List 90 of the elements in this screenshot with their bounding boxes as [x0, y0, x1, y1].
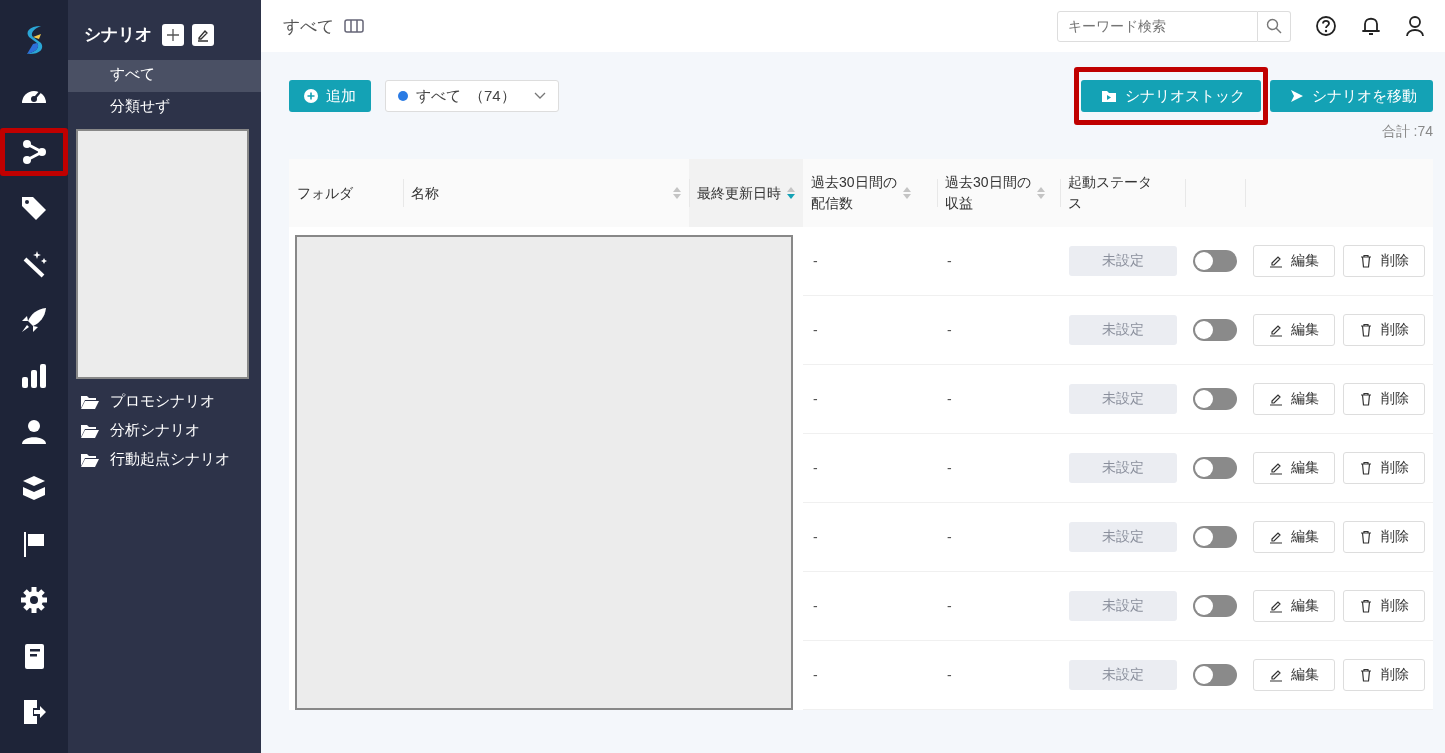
pencil-icon	[1269, 323, 1283, 337]
edit-folder-button[interactable]	[192, 23, 214, 46]
columns-icon[interactable]	[344, 19, 364, 33]
toggle-switch[interactable]	[1193, 388, 1237, 410]
chevron-down-icon	[533, 92, 546, 100]
status-badge: 未設定	[1069, 315, 1177, 345]
toggle-switch[interactable]	[1193, 457, 1237, 479]
table-cell: -	[813, 322, 818, 338]
plus-circle-icon	[304, 89, 318, 103]
filter-count: （74）	[469, 86, 516, 106]
search-field[interactable]: キーワード検索	[1057, 10, 1258, 42]
column-header[interactable]: 過去30日間の配信数	[803, 159, 937, 227]
status-badge: 未設定	[1069, 453, 1177, 483]
table-cell: -	[813, 460, 818, 476]
edit-button[interactable]: 編集	[1253, 659, 1335, 691]
toggle-switch[interactable]	[1193, 595, 1237, 617]
table-cell: -	[947, 391, 952, 407]
toggle-switch[interactable]	[1193, 250, 1237, 272]
table-cell: -	[947, 460, 952, 476]
send-icon	[1290, 89, 1304, 103]
toggle-switch[interactable]	[1193, 526, 1237, 548]
edit-button[interactable]: 編集	[1253, 452, 1335, 484]
folder-icon	[80, 451, 100, 468]
bell-icon[interactable]	[1361, 15, 1381, 37]
trash-icon	[1359, 668, 1373, 682]
table-cell: -	[813, 253, 818, 269]
column-header[interactable]: フォルダ	[289, 159, 403, 227]
user-icon[interactable]	[1405, 15, 1425, 37]
pencil-icon	[1269, 461, 1283, 475]
pencil-icon	[1269, 254, 1283, 268]
edit-button[interactable]: 編集	[1253, 590, 1335, 622]
delete-button[interactable]: 削除	[1343, 521, 1425, 553]
table-cell: -	[813, 391, 818, 407]
trash-icon	[1359, 392, 1373, 406]
folder-item[interactable]: 分析シナリオ	[110, 421, 200, 440]
table-cell: -	[947, 529, 952, 545]
delete-button[interactable]: 削除	[1343, 659, 1425, 691]
folder-item[interactable]: 行動起点シナリオ	[110, 450, 230, 469]
column-header[interactable]: 過去30日間の収益	[937, 159, 1060, 227]
sidebar-item[interactable]: 分類せず	[68, 92, 261, 124]
status-badge: 未設定	[1069, 384, 1177, 414]
sidebar-title: シナリオ	[84, 24, 152, 46]
toggle-switch[interactable]	[1193, 664, 1237, 686]
delete-button[interactable]: 削除	[1343, 590, 1425, 622]
filter-label: すべて	[416, 86, 461, 106]
table-cell: -	[947, 598, 952, 614]
delete-button[interactable]: 削除	[1343, 245, 1425, 277]
table-cell: -	[947, 667, 952, 683]
help-icon[interactable]	[1315, 15, 1337, 37]
trash-icon	[1359, 254, 1373, 268]
folder-icon	[80, 422, 100, 439]
trash-icon	[1359, 461, 1373, 475]
table-cell: -	[947, 253, 952, 269]
filter-dropdown[interactable]: すべて （74）	[385, 80, 559, 112]
edit-button[interactable]: 編集	[1253, 314, 1335, 346]
pencil-icon	[1269, 392, 1283, 406]
trash-icon	[1359, 323, 1373, 337]
trash-icon	[1359, 599, 1373, 613]
edit-button[interactable]: 編集	[1253, 245, 1335, 277]
pencil-icon	[1269, 530, 1283, 544]
pencil-icon	[1269, 668, 1283, 682]
sort-icon[interactable]	[787, 186, 795, 200]
status-badge: 未設定	[1069, 522, 1177, 552]
edit-button[interactable]: 編集	[1253, 383, 1335, 415]
folder-play-icon	[1101, 89, 1117, 103]
trash-icon	[1359, 530, 1373, 544]
table-cell: -	[947, 322, 952, 338]
status-badge: 未設定	[1069, 591, 1177, 621]
delete-button[interactable]: 削除	[1343, 383, 1425, 415]
total-count: 合計 :74	[1380, 123, 1433, 141]
column-header[interactable]: 起動ステータス	[1060, 159, 1185, 227]
plus-icon	[166, 27, 180, 42]
delete-button[interactable]: 削除	[1343, 452, 1425, 484]
sidebar-item[interactable]: すべて	[68, 60, 261, 92]
status-badge: 未設定	[1069, 660, 1177, 690]
search-icon[interactable]	[1266, 18, 1282, 34]
folder-item[interactable]: プロモシナリオ	[110, 392, 215, 411]
folder-icon	[80, 393, 100, 410]
table-cell: -	[813, 529, 818, 545]
edit-button[interactable]: 編集	[1253, 521, 1335, 553]
status-badge: 未設定	[1069, 246, 1177, 276]
table-cell: -	[813, 667, 818, 683]
pencil-icon	[1269, 599, 1283, 613]
column-header[interactable]: 最終更新日時	[689, 159, 803, 227]
column-header[interactable]: 名称	[403, 159, 689, 227]
page-title: すべて	[283, 15, 334, 38]
add-folder-button[interactable]	[162, 23, 184, 46]
toggle-switch[interactable]	[1193, 319, 1237, 341]
table-cell: -	[813, 598, 818, 614]
delete-button[interactable]: 削除	[1343, 314, 1425, 346]
